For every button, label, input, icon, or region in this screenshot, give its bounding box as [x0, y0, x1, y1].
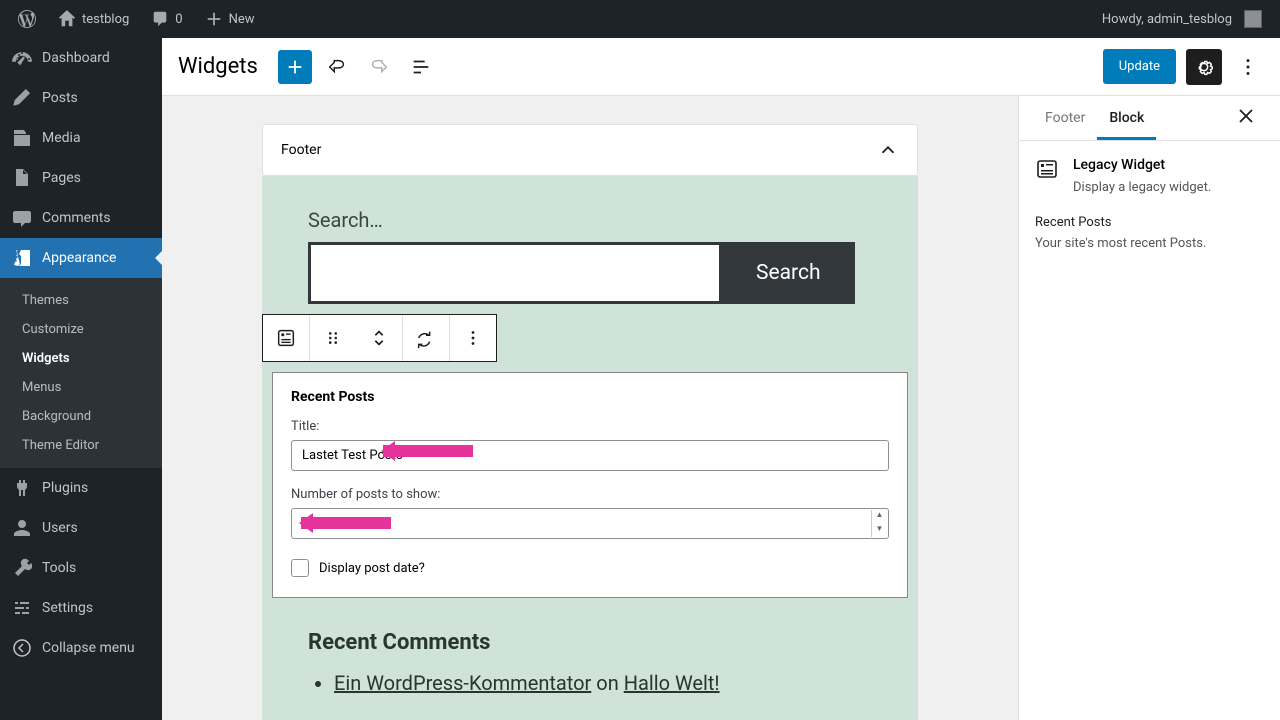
- date-checkbox[interactable]: [291, 559, 309, 577]
- submenu-theme-editor[interactable]: Theme Editor: [0, 431, 162, 460]
- move-updown-icon[interactable]: [356, 315, 402, 361]
- title-label: Title:: [291, 419, 889, 434]
- widget-area-header[interactable]: Footer: [262, 124, 918, 176]
- submenu-themes[interactable]: Themes: [0, 286, 162, 315]
- chevron-up-icon: [877, 139, 899, 161]
- editor-canvas[interactable]: Footer Search… Search: [162, 96, 1018, 720]
- comment-post-link[interactable]: Hallo Welt!: [624, 671, 720, 695]
- block-more-icon[interactable]: [450, 315, 496, 361]
- menu-dashboard[interactable]: Dashboard: [0, 38, 162, 78]
- widget-area-title: Footer: [281, 142, 321, 158]
- menu-comments[interactable]: Comments: [0, 198, 162, 238]
- drag-handle-icon[interactable]: [310, 315, 356, 361]
- menu-tools[interactable]: Tools: [0, 548, 162, 588]
- tab-area[interactable]: Footer: [1033, 96, 1097, 140]
- widget-type-name: Recent Posts: [1035, 215, 1264, 230]
- recent-comments-heading: Recent Comments: [308, 630, 872, 655]
- tab-block[interactable]: Block: [1097, 96, 1156, 140]
- submenu-menus[interactable]: Menus: [0, 373, 162, 402]
- settings-button[interactable]: [1186, 49, 1222, 85]
- search-label: Search…: [308, 208, 872, 232]
- comment-author-link[interactable]: Ein WordPress-Kommentator: [334, 671, 591, 695]
- site-home-link[interactable]: testblog: [48, 0, 139, 38]
- editor-header: Widgets Update: [162, 38, 1280, 96]
- avatar: [1244, 10, 1262, 28]
- options-button[interactable]: [1232, 49, 1264, 85]
- menu-users[interactable]: Users: [0, 508, 162, 548]
- admin-sidebar: Dashboard Posts Media Pages Comments App…: [0, 38, 162, 720]
- block-toolbar: [262, 314, 497, 362]
- page-title: Widgets: [178, 54, 258, 79]
- search-input[interactable]: [308, 242, 722, 304]
- undo-button[interactable]: [320, 50, 354, 84]
- title-input[interactable]: [291, 440, 889, 471]
- search-button[interactable]: Search: [722, 242, 855, 304]
- date-checkbox-label: Display post date?: [319, 561, 425, 576]
- count-input[interactable]: [291, 508, 889, 539]
- count-label: Number of posts to show:: [291, 487, 889, 502]
- number-spinner[interactable]: ▲▼: [871, 510, 887, 537]
- submenu-background[interactable]: Background: [0, 402, 162, 431]
- footer-preview-area: Search… Search: [262, 176, 918, 720]
- update-button[interactable]: Update: [1103, 49, 1176, 84]
- widget-heading: Recent Posts: [291, 389, 889, 405]
- transform-icon[interactable]: [403, 315, 449, 361]
- account-link[interactable]: Howdy, admin_tesblog: [1092, 0, 1272, 38]
- submenu-widgets[interactable]: Widgets: [0, 344, 162, 373]
- block-type-icon[interactable]: [263, 315, 309, 361]
- recent-comments-list: Ein WordPress-Kommentator on Hallo Welt!: [308, 671, 872, 695]
- menu-media[interactable]: Media: [0, 118, 162, 158]
- list-view-button[interactable]: [404, 50, 438, 84]
- new-content-link[interactable]: New: [195, 0, 265, 38]
- block-description: Display a legacy widget.: [1073, 179, 1211, 197]
- legacy-widget-icon: [1035, 157, 1059, 181]
- add-block-button[interactable]: [278, 50, 312, 84]
- menu-posts[interactable]: Posts: [0, 78, 162, 118]
- redo-button[interactable]: [362, 50, 396, 84]
- menu-appearance[interactable]: Appearance: [0, 238, 162, 278]
- menu-collapse[interactable]: Collapse menu: [0, 628, 162, 668]
- menu-plugins[interactable]: Plugins: [0, 468, 162, 508]
- settings-sidebar: Footer Block Legacy Widget Display a leg…: [1018, 96, 1280, 720]
- menu-pages[interactable]: Pages: [0, 158, 162, 198]
- admin-toolbar: testblog 0 New Howdy, admin_tesblog: [0, 0, 1280, 38]
- close-inspector-button[interactable]: [1226, 96, 1266, 140]
- list-item: Ein WordPress-Kommentator on Hallo Welt!: [334, 671, 872, 695]
- widget-type-description: Your site's most recent Posts.: [1035, 236, 1264, 251]
- comments-bubble[interactable]: 0: [141, 0, 192, 38]
- appearance-submenu: Themes Customize Widgets Menus Backgroun…: [0, 278, 162, 468]
- legacy-widget-form: Recent Posts Title: Number of posts to s…: [272, 372, 908, 598]
- menu-settings[interactable]: Settings: [0, 588, 162, 628]
- submenu-customize[interactable]: Customize: [0, 315, 162, 344]
- wp-logo[interactable]: [8, 0, 46, 38]
- block-name: Legacy Widget: [1073, 157, 1211, 173]
